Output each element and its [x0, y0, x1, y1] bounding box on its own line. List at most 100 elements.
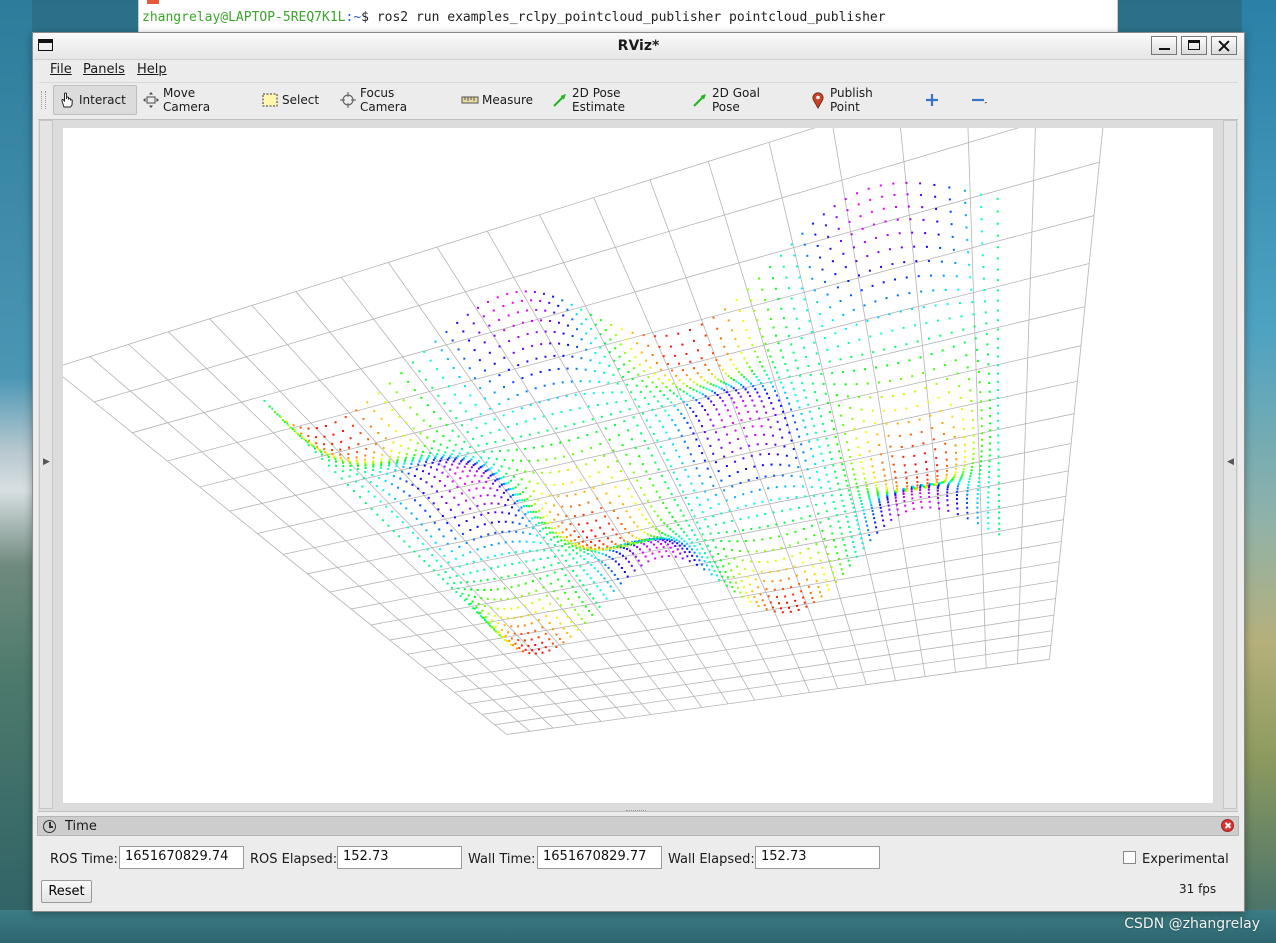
cloud-point — [638, 508, 641, 511]
cloud-point — [412, 456, 415, 459]
cloud-point — [587, 501, 590, 504]
cloud-point — [508, 530, 511, 533]
cloud-point — [764, 298, 767, 301]
cloud-point — [535, 308, 538, 311]
cloud-point — [443, 402, 446, 405]
pointcloud-scene[interactable] — [63, 128, 1213, 803]
tool-measure[interactable]: Measure — [457, 85, 533, 115]
experimental-checkbox[interactable] — [1123, 851, 1136, 864]
cloud-point — [423, 350, 426, 353]
cloud-point — [771, 361, 774, 364]
left-dock-toggle[interactable]: ▶ — [39, 120, 53, 809]
cloud-point — [670, 369, 673, 372]
focus-crosshair-icon — [340, 92, 356, 108]
cloud-point — [323, 435, 326, 438]
wall-elapsed-field[interactable]: 152.73 — [755, 846, 880, 869]
cloud-point — [486, 578, 489, 581]
cloud-point — [575, 313, 578, 316]
cloud-point — [895, 503, 898, 506]
cloud-point — [624, 557, 627, 560]
cloud-point — [716, 393, 719, 396]
cloud-point — [714, 560, 717, 563]
tool-move-camera[interactable]: Move Camera — [138, 85, 240, 115]
grid-line — [63, 376, 508, 735]
close-button[interactable] — [1211, 36, 1237, 55]
3d-viewport[interactable] — [63, 128, 1213, 803]
cloud-point — [750, 369, 753, 372]
cloud-point — [348, 475, 351, 478]
toolbar-grip[interactable] — [41, 91, 46, 109]
cloud-point — [595, 430, 598, 433]
add-tool-button[interactable] — [919, 85, 947, 115]
minimize-button[interactable] — [1151, 36, 1177, 55]
remove-tool-button[interactable] — [965, 85, 997, 115]
cloud-point — [553, 518, 556, 521]
cloud-point — [987, 372, 990, 375]
cloud-point — [750, 299, 753, 302]
cloud-point — [779, 254, 782, 257]
cloud-point — [655, 361, 658, 364]
right-dock-toggle[interactable]: ◀ — [1223, 120, 1237, 809]
cloud-point — [787, 577, 790, 580]
ros-elapsed-field[interactable]: 152.73 — [337, 846, 462, 869]
grid-line — [1017, 128, 1036, 664]
cloud-point — [703, 431, 706, 434]
menu-help[interactable]: Help — [135, 62, 169, 77]
cloud-point — [813, 391, 816, 394]
cloud-point — [796, 400, 799, 403]
cloud-point — [449, 468, 452, 471]
cloud-point — [847, 489, 850, 492]
menu-file[interactable]: File — [48, 62, 74, 77]
cloud-point — [446, 475, 449, 478]
cloud-point — [952, 426, 955, 429]
cloud-point — [637, 373, 640, 376]
cloud-point — [722, 547, 725, 550]
cloud-point — [948, 198, 951, 201]
window-titlebar[interactable]: RViz* — [33, 33, 1244, 60]
tool-select-label: Select — [282, 93, 320, 107]
reset-button[interactable]: Reset — [41, 880, 92, 903]
cloud-point — [869, 501, 872, 504]
panel-close-icon[interactable] — [1221, 819, 1234, 832]
cloud-point — [524, 648, 527, 651]
cloud-point — [439, 417, 442, 420]
cloud-point — [591, 418, 594, 421]
cloud-point — [387, 524, 390, 527]
ros-time-field[interactable]: 1651670829.74 — [119, 846, 244, 869]
cloud-point — [465, 520, 468, 523]
cloud-point — [593, 581, 596, 584]
cloud-point — [896, 508, 899, 511]
cloud-point — [330, 449, 333, 452]
tool-2d-goal-pose[interactable]: 2D Goal Pose — [687, 85, 791, 115]
cloud-point — [964, 456, 967, 459]
cloud-point — [405, 480, 408, 483]
wallpaper-right-strip — [1242, 0, 1276, 943]
cloud-point — [744, 568, 747, 571]
panel-splitter-handle[interactable] — [626, 810, 646, 814]
tool-focus-camera[interactable]: Focus Camera — [335, 85, 439, 115]
tool-interact[interactable]: Interact — [53, 85, 137, 115]
cloud-point — [517, 483, 520, 486]
cloud-point — [920, 506, 923, 509]
cloud-point — [462, 457, 465, 460]
cloud-point — [943, 363, 946, 366]
tool-2d-pose-estimate[interactable]: 2D Pose Estimate — [547, 85, 675, 115]
cloud-point — [797, 608, 800, 611]
cloud-point — [696, 349, 699, 352]
cloud-point — [701, 482, 704, 485]
cloud-point — [877, 381, 880, 384]
cloud-point — [776, 420, 779, 423]
cloud-point — [869, 539, 872, 542]
cloud-point — [589, 359, 592, 362]
menu-panels[interactable]: Panels — [81, 62, 127, 77]
tool-select[interactable]: Select — [257, 85, 319, 115]
tool-publish-point[interactable]: Publish Point — [805, 85, 907, 115]
cloud-point — [544, 632, 547, 635]
terminal-window[interactable]: zhangrelay@LAPTOP-5REQ7K1L:~$ ros2 run e… — [138, 0, 1118, 34]
cloud-point — [830, 565, 833, 568]
maximize-button[interactable] — [1181, 36, 1207, 55]
cloud-point — [356, 473, 359, 476]
wall-time-field[interactable]: 1651670829.77 — [537, 846, 662, 869]
cloud-point — [863, 241, 866, 244]
time-panel-titlebar[interactable]: Time — [37, 816, 1239, 836]
